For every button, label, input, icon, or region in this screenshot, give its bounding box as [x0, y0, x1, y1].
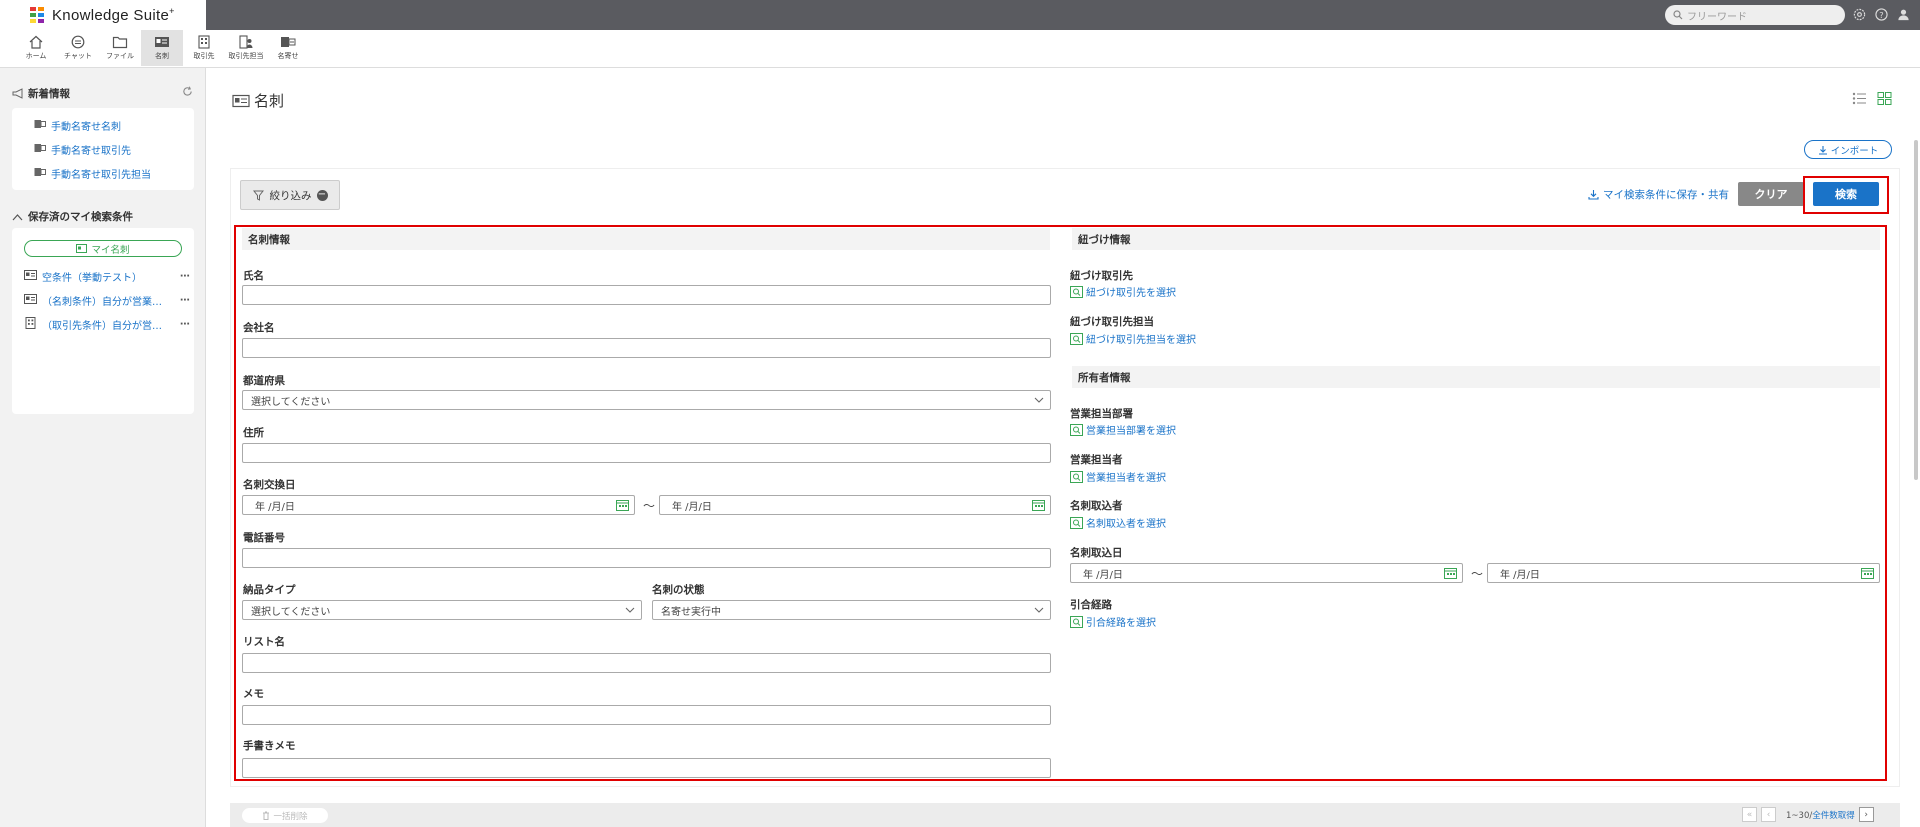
nav-business-card[interactable]: 名刺: [141, 30, 183, 66]
saved-search-card: マイ名刺 空条件（挙動テスト） ⋯ （名刺条件）自分が営業… ⋯ （取引先条件）…: [12, 228, 194, 414]
results-toolbar: 一括削除 « ‹ 1~30/全件数取得 ›: [230, 803, 1900, 827]
saved-search-header[interactable]: 保存済のマイ検索条件: [12, 209, 133, 224]
help-icon[interactable]: ?: [1874, 7, 1889, 22]
chevron-up-icon: [12, 213, 23, 220]
nav-contacts[interactable]: 取引先担当: [225, 30, 267, 66]
sidebar: 新着情報 手動名寄せ名刺 手動名寄せ取引先 手動名寄せ取引先担当 保存済のマイ検…: [0, 68, 206, 827]
nav-merge[interactable]: 名寄せ: [267, 30, 309, 66]
megaphone-icon: [12, 88, 23, 99]
download-icon: [1818, 145, 1827, 155]
user-icon[interactable]: [1896, 7, 1911, 22]
folder-icon: [112, 36, 128, 49]
sidebar-link-manual-merge-accounts[interactable]: 手動名寄せ取引先: [34, 137, 194, 161]
card-icon: [24, 269, 37, 283]
card-icon: [76, 244, 88, 253]
svg-text:?: ?: [1879, 10, 1883, 20]
save-search-link[interactable]: マイ検索条件に保存・共有: [1588, 187, 1729, 202]
news-card: 手動名寄せ名刺 手動名寄せ取引先 手動名寄せ取引先担当: [12, 108, 194, 190]
merge-icon: [34, 143, 46, 156]
grid-view-icon[interactable]: [1877, 92, 1892, 108]
prev-page-button[interactable]: ‹: [1761, 807, 1776, 822]
more-options-icon[interactable]: ⋯: [180, 295, 190, 306]
more-options-icon[interactable]: ⋯: [180, 319, 190, 330]
nav-chat[interactable]: チャット: [57, 30, 99, 66]
import-button[interactable]: インポート: [1804, 140, 1892, 159]
get-total-count-link[interactable]: 全件数取得: [1812, 811, 1855, 821]
card-icon: [155, 37, 169, 47]
list-view-icon[interactable]: [1852, 92, 1867, 108]
clear-button[interactable]: クリア: [1738, 182, 1804, 206]
first-page-button[interactable]: «: [1742, 807, 1757, 822]
chat-icon: [71, 35, 85, 49]
page-title: 名刺: [232, 90, 284, 111]
top-bar: Knowledge Suite+ フリーワード ?: [0, 0, 1920, 30]
nav-home[interactable]: ホーム: [15, 30, 57, 66]
app-logo[interactable]: Knowledge Suite+: [0, 0, 206, 30]
pagination: « ‹ 1~30/全件数取得 ›: [1742, 807, 1874, 822]
result-count: 1~30/全件数取得: [1786, 810, 1855, 821]
highlight-search-button-box: [1803, 176, 1889, 214]
nav-accounts[interactable]: 取引先: [183, 30, 225, 66]
download-icon: [1588, 190, 1599, 200]
sidebar-link-manual-merge-contacts[interactable]: 手動名寄せ取引先担当: [34, 161, 194, 185]
sidebar-link-manual-merge-cards[interactable]: 手動名寄せ名刺: [34, 113, 194, 137]
filter-toggle-button[interactable]: 絞り込み −: [240, 180, 340, 210]
more-options-icon[interactable]: ⋯: [180, 271, 190, 282]
saved-search-item[interactable]: （取引先条件）自分が営… ⋯: [24, 312, 194, 336]
merge-icon: [281, 37, 296, 47]
nav-file[interactable]: ファイル: [99, 30, 141, 66]
saved-search-item[interactable]: （名刺条件）自分が営業… ⋯: [24, 288, 194, 312]
trash-icon: [263, 811, 270, 820]
free-word-search-input[interactable]: フリーワード: [1665, 5, 1845, 25]
next-page-button[interactable]: ›: [1858, 807, 1874, 822]
merge-icon: [34, 119, 46, 132]
app-title: Knowledge Suite+: [52, 6, 175, 24]
search-placeholder: フリーワード: [1687, 11, 1747, 23]
card-icon: [232, 94, 250, 107]
home-icon: [29, 35, 43, 49]
card-icon: [24, 293, 37, 307]
main-content: 名刺 インポート 絞り込み − マイ検索条件に保存・共有 クリア 検索 名刺情報…: [206, 68, 1920, 827]
saved-search-item[interactable]: 空条件（挙動テスト） ⋯: [24, 264, 194, 288]
search-icon: [1673, 10, 1683, 20]
my-card-button[interactable]: マイ名刺: [24, 240, 182, 257]
bulk-delete-button[interactable]: 一括削除: [242, 808, 328, 823]
contact-icon: [239, 35, 253, 49]
building-icon: [198, 35, 210, 49]
collapse-icon: −: [316, 189, 328, 201]
gear-icon[interactable]: [1852, 7, 1867, 22]
filter-icon: [252, 190, 264, 201]
merge-icon: [34, 167, 46, 180]
page-scrollbar[interactable]: [1914, 140, 1918, 480]
main-navigation: ホーム チャット ファイル 名刺 取引先 取引先担当 名寄せ: [0, 30, 1920, 68]
refresh-icon[interactable]: [182, 86, 193, 100]
logo-grid-icon: [30, 7, 44, 23]
highlight-form-box: [234, 225, 1887, 781]
building-icon: [24, 316, 37, 332]
news-header: 新着情報: [12, 86, 70, 101]
